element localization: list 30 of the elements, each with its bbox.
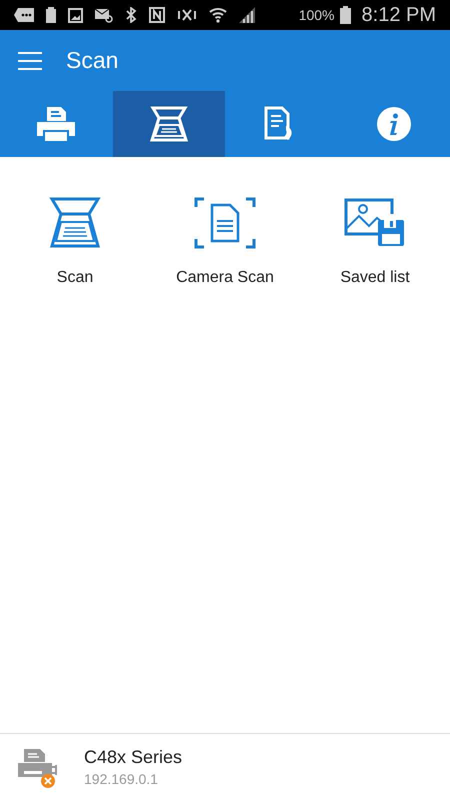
- wifi-icon: [209, 7, 227, 23]
- battery-icon: [340, 6, 351, 24]
- action-label: Camera Scan: [176, 269, 274, 287]
- action-label: Scan: [56, 269, 94, 287]
- vibrate-off-icon: [177, 7, 197, 23]
- image-icon: [68, 8, 83, 22]
- action-tile[interactable]: Camera Scan: [150, 195, 300, 287]
- tab[interactable]: [112, 91, 225, 157]
- nfc-icon: [149, 7, 165, 23]
- clock-time: 8:12 PM: [362, 4, 436, 26]
- menu-icon[interactable]: [18, 52, 42, 70]
- printer-icon: [37, 107, 76, 141]
- mail-icon: [95, 8, 113, 22]
- battery-percentage: 100%: [298, 7, 335, 23]
- device-bar[interactable]: C48x Series 192.169.0.1: [0, 733, 450, 800]
- bluetooth-icon: [125, 7, 137, 23]
- screen-title: Scan: [66, 47, 118, 74]
- info-icon: [376, 107, 411, 141]
- message-icon: [14, 8, 34, 22]
- device-name: C48x Series: [84, 747, 182, 768]
- battery-icon: [46, 7, 56, 23]
- scanner-icon: [150, 106, 188, 142]
- signal-icon: [239, 7, 255, 23]
- device-address: 192.169.0.1: [84, 771, 159, 787]
- document-frame-icon: [194, 197, 256, 249]
- action-label: Saved list: [340, 269, 410, 287]
- action-tile[interactable]: Saved list: [300, 195, 450, 287]
- image-save-icon: [344, 198, 406, 248]
- action-tile[interactable]: Scan: [0, 195, 150, 287]
- scanner-icon: [49, 197, 101, 249]
